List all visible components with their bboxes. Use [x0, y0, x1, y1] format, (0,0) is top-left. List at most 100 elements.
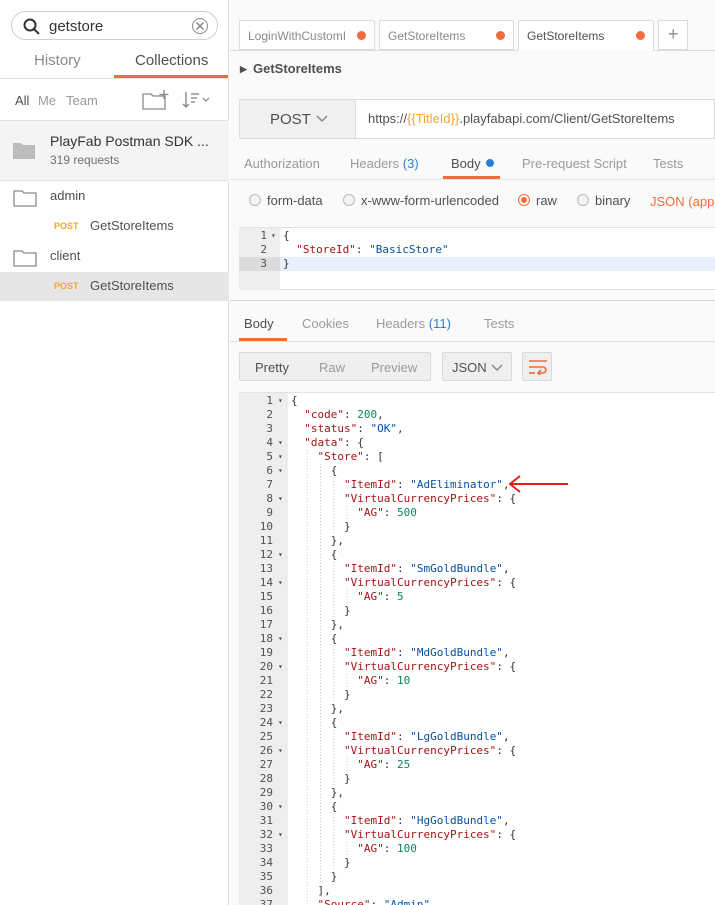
folder-admin[interactable]: admin — [0, 182, 229, 212]
code-line: "StoreId": "BasicStore" — [296, 243, 449, 256]
code-line: } — [291, 772, 351, 785]
tab-cookies[interactable]: Cookies — [302, 316, 349, 331]
request-body-editor[interactable]: 1 ▾ 2 3 { "StoreId": "BasicStore"} — [239, 227, 715, 290]
preview-button[interactable]: Preview — [371, 360, 417, 375]
radio-binary[interactable]: binary — [577, 193, 630, 208]
tab-prerequest-script[interactable]: Pre-request Script — [522, 156, 627, 171]
folder-name: admin — [50, 188, 86, 203]
collection-item[interactable]: PlayFab Postman SDK ... 319 requests — [0, 121, 229, 180]
code-line: "ItemId": "MdGoldBundle", — [343, 646, 510, 659]
folder-name: client — [50, 248, 81, 263]
code-line: } — [291, 604, 351, 617]
line-number: 3 — [260, 257, 267, 270]
code-line: "VirtualCurrencyPrices": { — [343, 828, 517, 841]
code-line: "data": { — [304, 436, 364, 449]
radio-raw[interactable]: raw — [518, 193, 557, 208]
tab-collections[interactable]: Collections — [135, 52, 208, 69]
view-mode-group: Pretty Raw Preview — [239, 352, 431, 381]
code-line: }, — [291, 534, 344, 547]
request-name: GetStoreItems — [90, 278, 174, 293]
response-body-viewer[interactable]: 1 ▾ 2 3 4 ▾ 5 ▾ 6 ▾ 7 8 ▾ 9 10 11 12 ▾ 13 14 ▾ 15 16 17 18 ▾ 19 20 ▾… — [239, 392, 715, 905]
method-badge: POST — [54, 221, 79, 231]
tab-getstoreitems-1[interactable]: GetStoreItems — [379, 20, 514, 50]
search-input[interactable]: getstore — [49, 18, 103, 35]
format-select[interactable]: JSON — [442, 352, 512, 381]
code-line: "AG": 10 — [357, 674, 411, 687]
filter-all[interactable]: All — [15, 93, 29, 108]
chevron-down-icon — [316, 115, 328, 123]
tab-history[interactable]: History — [34, 52, 81, 69]
filter-team[interactable]: Team — [66, 93, 98, 108]
code-line: } — [291, 856, 351, 869]
code-line: }, — [291, 786, 344, 799]
radio-urlencoded[interactable]: x-www-form-urlencoded — [343, 193, 499, 208]
folder-client[interactable]: client — [0, 242, 229, 272]
tab-body[interactable]: Body — [451, 156, 494, 171]
code-line: } — [291, 870, 338, 883]
tab-test-results[interactable]: Tests — [484, 316, 514, 331]
divider — [0, 180, 229, 181]
code-line: "code": 200, — [304, 408, 384, 421]
code-line: { — [291, 464, 338, 477]
method-select[interactable]: POST — [240, 100, 356, 138]
tab-login[interactable]: LoginWithCustomI — [239, 20, 375, 50]
collection-filters: All Me Team — [0, 86, 229, 116]
line-gutter: 1 ▾ 2 3 — [239, 228, 280, 290]
new-tab-button[interactable]: + — [658, 20, 688, 50]
code-line: "ItemId": "SmGoldBundle", — [343, 562, 510, 575]
wrap-lines-button[interactable] — [522, 352, 552, 381]
url-bar: POST https://{{TitleId}}.playfabapi.com/… — [239, 99, 715, 139]
annotation-arrow-icon — [508, 475, 568, 493]
body-indicator-dot — [485, 159, 494, 167]
method-badge: POST — [54, 281, 79, 291]
code-line: "AG": 5 — [357, 590, 404, 603]
raw-button[interactable]: Raw — [319, 360, 345, 375]
code-line: { — [291, 716, 338, 729]
line-number: 2 — [260, 243, 267, 256]
wrap-icon — [529, 360, 547, 375]
code-line: { — [283, 229, 290, 242]
code-line: { — [291, 394, 298, 407]
url-variable: {{TitleId}} — [407, 111, 460, 126]
tab-headers[interactable]: Headers (3) — [350, 156, 419, 171]
filter-me[interactable]: Me — [38, 93, 56, 108]
unsaved-dot — [636, 31, 645, 40]
code-line: "status": "OK", — [304, 422, 404, 435]
pane-divider — [230, 300, 715, 301]
url-input[interactable]: https://{{TitleId}}.playfabapi.com/Clien… — [368, 111, 675, 126]
radio-form-data[interactable]: form-data — [249, 193, 323, 208]
divider — [0, 78, 229, 79]
request-item-admin-getstoreitems[interactable]: POST GetStoreItems — [0, 212, 229, 241]
search-box[interactable]: getstore — [11, 11, 218, 40]
unsaved-dot — [357, 31, 366, 40]
sidebar: getstore History Collections All Me Team — [0, 0, 229, 905]
clear-icon[interactable] — [192, 18, 208, 34]
plus-icon: + — [668, 24, 679, 44]
code-line: "ItemId": "AdEliminator", — [343, 478, 510, 491]
code-line: } — [291, 688, 351, 701]
main-panel: LoginWithCustomI GetStoreItems GetStoreI… — [230, 0, 715, 905]
code-line: "VirtualCurrencyPrices": { — [343, 660, 517, 673]
code-line: } — [291, 520, 351, 533]
code-line: { — [291, 548, 338, 561]
tab-getstoreitems-2[interactable]: GetStoreItems — [518, 20, 654, 51]
folder-icon — [13, 250, 37, 267]
code-line: "Store": [ — [317, 450, 384, 463]
tab-response-headers[interactable]: Headers (11) — [376, 316, 451, 331]
request-item-client-getstoreitems[interactable]: POST GetStoreItems — [0, 272, 229, 301]
code-line: "VirtualCurrencyPrices": { — [343, 744, 517, 757]
code-line: } — [283, 257, 290, 270]
content-type-select[interactable]: JSON (applic — [650, 194, 715, 209]
new-folder-icon[interactable] — [142, 89, 170, 111]
code-line: "AG": 500 — [357, 506, 417, 519]
method-label: POST — [270, 111, 311, 128]
tab-response-body[interactable]: Body — [244, 316, 274, 331]
sort-icon[interactable] — [182, 91, 212, 109]
divider — [230, 341, 715, 342]
pretty-button[interactable]: Pretty — [255, 360, 289, 375]
code-line: "AG": 100 — [357, 842, 417, 855]
fold-toggle-icon[interactable]: ▾ — [271, 231, 276, 240]
current-line-highlight — [280, 257, 715, 271]
tab-authorization[interactable]: Authorization — [244, 156, 320, 171]
tab-tests[interactable]: Tests — [653, 156, 683, 171]
